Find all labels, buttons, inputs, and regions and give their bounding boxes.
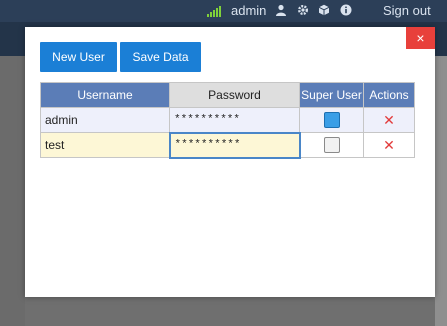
new-user-button[interactable]: New User [40,42,117,72]
username-cell[interactable]: test [40,132,170,158]
super-user-cell [299,107,364,133]
table-row: test ********** ✕ [40,131,415,159]
info-icon[interactable] [340,4,352,16]
gear-icon[interactable] [297,4,309,16]
close-button[interactable]: × [406,27,435,49]
column-header-actions: Actions [363,82,415,108]
password-cell[interactable]: ********** [168,131,301,159]
delete-icon[interactable]: ✕ [383,112,395,128]
background-panel-right [435,56,447,326]
save-data-button[interactable]: Save Data [120,42,201,72]
background-overlay-bottom [25,297,435,326]
super-user-cell [299,132,364,158]
delete-icon[interactable]: ✕ [383,137,395,153]
password-cell[interactable]: ********** [169,107,300,133]
signal-bars-icon [207,5,221,17]
top-navigation-bar: admin Sign out [0,0,447,22]
current-username: admin [231,3,267,18]
username-cell[interactable]: admin [40,107,170,133]
column-header-username[interactable]: Username [40,82,170,108]
actions-cell: ✕ [363,107,415,133]
users-table: Username Password Super User Actions adm… [40,82,415,159]
sign-out-link[interactable]: Sign out [383,3,431,18]
super-user-checkbox[interactable] [323,137,340,153]
user-icon[interactable] [275,4,287,16]
table-row: admin ********** ✕ [40,107,415,133]
cube-icon[interactable] [318,4,330,16]
background-panel-left [0,56,25,326]
actions-cell: ✕ [363,132,415,158]
column-header-super-user[interactable]: Super User [299,82,364,108]
super-user-checkbox[interactable] [323,112,340,128]
column-header-password[interactable]: Password [169,82,300,108]
table-header-row: Username Password Super User Actions [40,82,415,108]
